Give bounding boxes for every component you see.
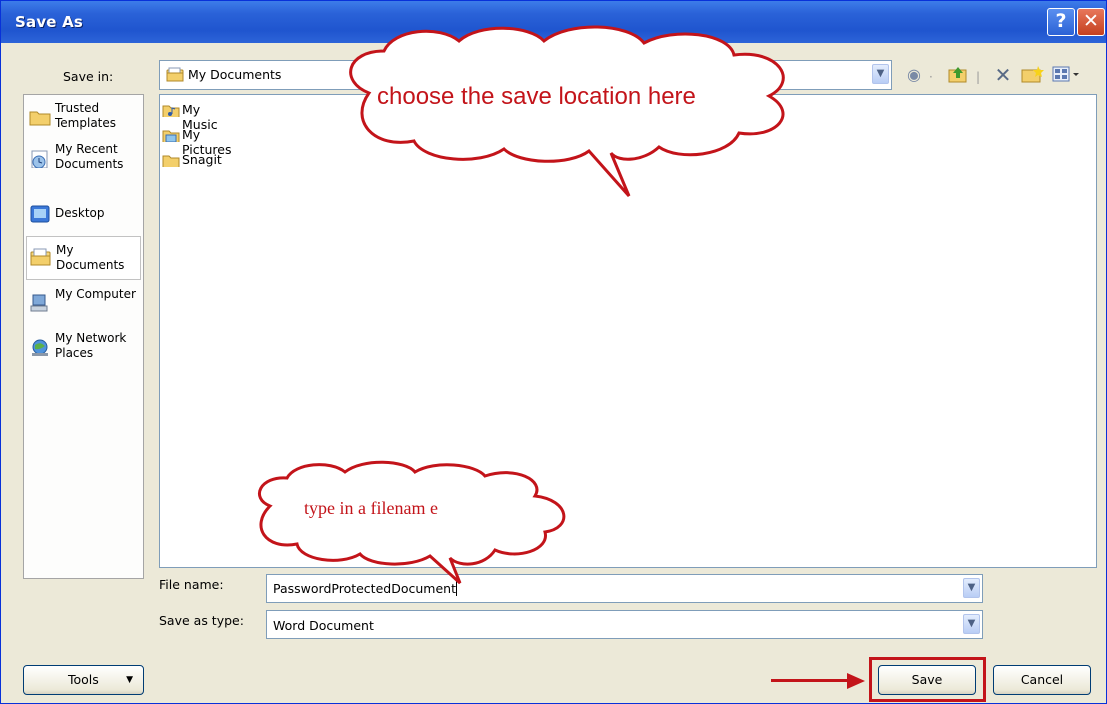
help-button[interactable]: ? <box>1047 8 1075 36</box>
delete-icon[interactable]: ✕ <box>993 65 1013 85</box>
window-title: Save As <box>15 13 84 31</box>
save-in-value: My Documents <box>188 67 282 82</box>
place-trusted-templates[interactable]: Trusted Templates <box>26 101 141 135</box>
place-my-recent-documents[interactable]: My Recent Documents <box>26 142 141 176</box>
filename-callout-text: type in a filenam e <box>304 498 438 518</box>
folder-icon <box>29 111 51 126</box>
cancel-label: Cancel <box>1020 672 1064 687</box>
toolbar-separator: | <box>976 70 981 84</box>
place-label: My Documents <box>56 243 125 272</box>
location-callout-text: choose the save location here <box>377 83 696 110</box>
file-name: Snagit <box>182 152 222 167</box>
place-label: My Recent Documents <box>55 142 124 171</box>
save-label: Save <box>911 672 943 687</box>
pointer-arrow-icon <box>847 673 865 689</box>
chevron-down-icon[interactable]: ▼ <box>963 614 980 634</box>
chevron-down-icon[interactable]: ▼ <box>963 578 980 598</box>
cancel-button[interactable]: Cancel <box>993 665 1091 695</box>
pointer-arrow-shaft <box>771 679 851 682</box>
place-label: My Network Places <box>55 331 127 360</box>
save-in-label: Save in: <box>63 69 114 84</box>
tools-label: Tools <box>68 672 99 687</box>
place-my-computer[interactable]: My Computer <box>26 287 141 321</box>
filename-callout-bubble <box>258 460 566 585</box>
pictures-folder-icon <box>162 130 180 142</box>
file-name-label: File name: <box>159 577 224 592</box>
close-icon: ✕ <box>1083 10 1099 32</box>
save-as-type-dropdown[interactable]: Word Document ▼ <box>266 610 983 639</box>
new-folder-icon[interactable] <box>1021 65 1045 85</box>
save-as-type-label: Save as type: <box>159 613 244 628</box>
help-icon: ? <box>1055 10 1067 32</box>
close-button[interactable]: ✕ <box>1077 8 1105 36</box>
folder-icon <box>162 155 180 167</box>
save-as-type-value: Word Document <box>273 618 374 633</box>
music-folder-icon <box>162 105 180 117</box>
location-callout-bubble <box>349 25 785 197</box>
place-desktop[interactable]: Desktop <box>26 202 141 226</box>
place-label: Desktop <box>55 206 105 220</box>
place-label: My Computer <box>55 287 136 301</box>
my-documents-icon <box>30 248 51 266</box>
places-bar: Trusted Templates My Recent Documents De… <box>23 94 144 579</box>
views-menu-icon[interactable] <box>1051 65 1081 85</box>
place-my-documents[interactable]: My Documents <box>26 236 141 280</box>
desktop-icon <box>30 205 50 223</box>
my-documents-icon <box>166 67 184 82</box>
save-button[interactable]: Save <box>878 665 976 695</box>
toolbar-separator: · <box>929 70 933 84</box>
save-as-dialog: Save As ? ✕ Save in: My Documents ▼ ◉ · … <box>0 0 1107 704</box>
place-my-network-places[interactable]: My Network Places <box>26 331 141 365</box>
my-computer-icon <box>30 294 48 312</box>
back-icon[interactable]: ◉ <box>904 65 924 85</box>
place-label: Trusted Templates <box>55 101 117 130</box>
network-places-icon <box>32 339 48 356</box>
recent-documents-icon <box>31 150 48 168</box>
up-one-level-icon[interactable] <box>948 65 968 85</box>
dropdown-arrow-icon: ▼ <box>126 675 133 685</box>
tools-button[interactable]: Tools ▼ <box>23 665 144 695</box>
